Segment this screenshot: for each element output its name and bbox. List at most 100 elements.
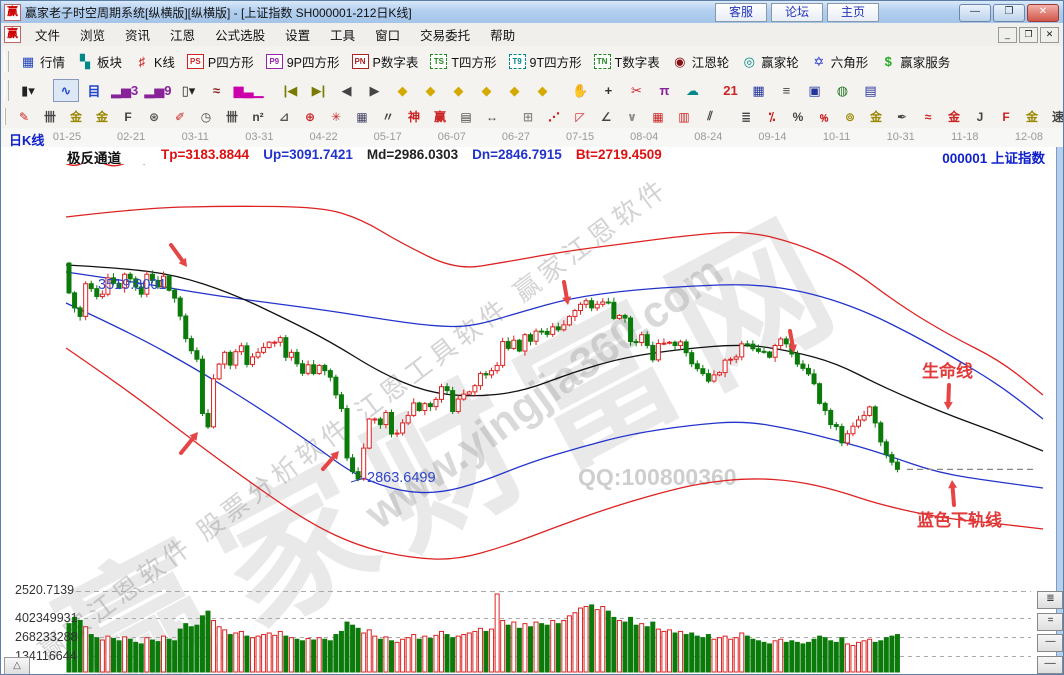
menu-formula-picker[interactable]: 公式选股 xyxy=(205,22,275,47)
chart-canvas[interactable] xyxy=(1,164,1064,675)
last-page-button[interactable]: ▶| xyxy=(305,79,331,102)
cut-tool-button[interactable]: ✂ xyxy=(623,79,649,102)
grid-2-button[interactable]: 卌 xyxy=(220,107,244,127)
gold-lines-button[interactable]: 金 xyxy=(864,107,888,127)
layout-3-panes-button[interactable]: ≣ xyxy=(1037,591,1063,609)
minimize-button[interactable]: — xyxy=(959,4,991,22)
p-number-table-button[interactable]: PNP数字表 xyxy=(346,50,425,73)
ai-analysis-button[interactable]: ☁ xyxy=(679,79,705,102)
layout-2-panes-button[interactable]: = xyxy=(1037,613,1063,631)
ying-tool-button[interactable]: 赢 xyxy=(428,107,452,127)
mdi-close-button[interactable]: ✕ xyxy=(1040,27,1059,43)
calculator-button[interactable]: ▦ xyxy=(745,79,771,102)
square-numbers-button[interactable]: n² xyxy=(246,107,270,127)
close-button[interactable]: ✕ xyxy=(1027,4,1059,22)
p9-square-button[interactable]: P99P四方形 xyxy=(260,50,346,73)
menu-gann[interactable]: 江恩 xyxy=(160,22,205,47)
gold-grid-2-button[interactable]: 金 xyxy=(90,107,114,127)
kline-button[interactable]: ♯K线 xyxy=(128,50,181,73)
forum-button[interactable]: 论坛 xyxy=(771,3,823,22)
menu-file[interactable]: 文件 xyxy=(25,22,70,47)
save-button[interactable]: ▣ xyxy=(801,79,827,102)
circle-cross-button[interactable]: ⊕ xyxy=(298,107,322,127)
bars-3-button[interactable]: ▂▅3 xyxy=(109,79,140,102)
marker-pen-button[interactable]: ✒ xyxy=(890,107,914,127)
draw-pencil-button[interactable]: ✎ xyxy=(12,107,36,127)
customer-service-button[interactable]: 客服 xyxy=(715,3,767,22)
menu-help[interactable]: 帮助 xyxy=(480,22,525,47)
angle-lines-button[interactable]: ∠ xyxy=(594,107,618,127)
notes-button[interactable]: ≡ xyxy=(773,79,799,102)
grid-123-button[interactable]: ▤ xyxy=(454,107,478,127)
measure-tool-button[interactable]: π xyxy=(651,79,677,102)
k-marks-button[interactable]: 〃 xyxy=(376,107,400,127)
gann-wheel-button[interactable]: ◉江恩轮 xyxy=(666,50,736,73)
toolbar-drag-handle[interactable] xyxy=(4,51,9,72)
web-grid-button[interactable]: ▦ xyxy=(350,107,374,127)
gold-grid-1-button[interactable]: 金 xyxy=(64,107,88,127)
shen-tool-button[interactable]: 神 xyxy=(402,107,426,127)
panel-toggle-button[interactable]: △ xyxy=(4,657,30,675)
gann-full-button[interactable]: ◆ xyxy=(529,79,555,102)
gann-expand-button[interactable]: ◆ xyxy=(501,79,527,102)
menu-browse[interactable]: 浏览 xyxy=(70,22,115,47)
menu-trading[interactable]: 交易委托 xyxy=(410,22,480,47)
box-tool-button[interactable]: ⊞ xyxy=(516,107,540,127)
grid-ruler-button[interactable]: 卌 xyxy=(38,107,62,127)
calendar-button[interactable]: 21 xyxy=(717,79,743,102)
pane-slider-button[interactable]: —· xyxy=(1037,656,1063,674)
gann-center-button[interactable]: ◆ xyxy=(473,79,499,102)
fib-grid-button[interactable]: F xyxy=(116,107,140,127)
first-page-button[interactable]: |◀ xyxy=(277,79,303,102)
percent-grid-button[interactable]: ﹪ xyxy=(812,107,836,127)
bars-9-button[interactable]: ▂▅9 xyxy=(142,79,173,102)
volume-histogram-button[interactable]: ▆▃▁ xyxy=(231,79,265,102)
candle-style-select[interactable]: ▯▾ xyxy=(175,79,201,102)
fan-lines-button[interactable]: ⋰ xyxy=(542,107,566,127)
kline-period-select[interactable]: ▮▾ xyxy=(15,79,41,102)
angle-tool-button[interactable]: ⊿ xyxy=(272,107,296,127)
percent-button[interactable]: % xyxy=(786,107,810,127)
spiral-button[interactable]: ⊛ xyxy=(142,107,166,127)
pencil-2-button[interactable]: ✐ xyxy=(168,107,192,127)
mdi-minimize-button[interactable]: _ xyxy=(998,27,1017,43)
gann-shift-left-button[interactable]: ◆ xyxy=(389,79,415,102)
j-angle-button[interactable]: J xyxy=(968,107,992,127)
red-grid-2-button[interactable]: ▥ xyxy=(672,107,696,127)
price-scale-button[interactable]: ≣ xyxy=(734,107,758,127)
toolbar-drag-handle[interactable] xyxy=(4,80,9,100)
remote-pc-button[interactable]: ▤ xyxy=(857,79,883,102)
fan-box-button[interactable]: ◸ xyxy=(568,107,592,127)
menu-settings[interactable]: 设置 xyxy=(275,22,320,47)
info-list-button[interactable]: 目 xyxy=(81,79,107,102)
hexagon-button[interactable]: ✡六角形 xyxy=(805,50,875,73)
web-link-button[interactable]: ◍ xyxy=(829,79,855,102)
next-bar-button[interactable]: ▶ xyxy=(361,79,387,102)
web-star-button[interactable]: ✳ xyxy=(324,107,348,127)
trend-chart-button[interactable]: ∿ xyxy=(53,79,79,102)
winner-wheel-button[interactable]: ◎赢家轮 xyxy=(735,50,805,73)
t-square-button[interactable]: TST四方形 xyxy=(424,50,502,73)
crosshair-tool-button[interactable]: + xyxy=(595,79,621,102)
h-span-button[interactable]: ↔ xyxy=(480,107,504,127)
restore-button[interactable]: ❐ xyxy=(993,4,1025,22)
t9-square-button[interactable]: T99T四方形 xyxy=(503,50,588,73)
menu-tools[interactable]: 工具 xyxy=(320,22,365,47)
t-number-table-button[interactable]: TNT数字表 xyxy=(588,50,666,73)
homepage-button[interactable]: 主页 xyxy=(827,3,879,22)
toolbar-drag-handle[interactable] xyxy=(4,108,6,124)
sectors-button[interactable]: ▚板块 xyxy=(71,50,128,73)
menu-news[interactable]: 资讯 xyxy=(115,22,160,47)
wave-lines-button[interactable]: ≈ xyxy=(916,107,940,127)
compare-zigzag-button[interactable]: ≈ xyxy=(203,79,229,102)
p-square-button[interactable]: PSP四方形 xyxy=(181,50,260,73)
time-circle-button[interactable]: ◷ xyxy=(194,107,218,127)
gann-shift-updown-button[interactable]: ◆ xyxy=(445,79,471,102)
mdi-restore-button[interactable]: ❐ xyxy=(1019,27,1038,43)
layout-1-pane-button[interactable]: — xyxy=(1037,634,1063,652)
prev-bar-button[interactable]: ◀ xyxy=(333,79,359,102)
gold-angle-button[interactable]: 金 xyxy=(1020,107,1044,127)
hand-tool-button[interactable]: ✋ xyxy=(567,79,593,102)
gold-circle-button[interactable]: ⊚ xyxy=(838,107,862,127)
speed-lines-button[interactable]: 速 xyxy=(1046,107,1064,127)
